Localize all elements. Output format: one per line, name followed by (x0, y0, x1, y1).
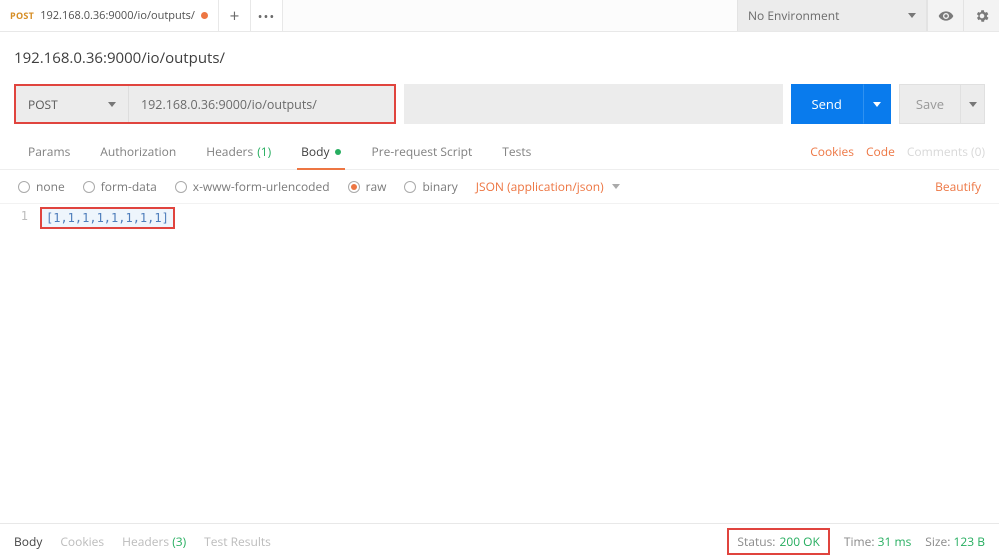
time-value: 31 ms (878, 533, 912, 550)
status-value: 200 OK (779, 533, 819, 550)
chevron-down-icon (873, 102, 881, 107)
time-meta: Time: 31 ms (844, 533, 911, 550)
tab-body[interactable]: Body (287, 134, 355, 169)
response-tab-body[interactable]: Body (14, 533, 42, 550)
beautify-button[interactable]: Beautify (935, 178, 981, 195)
tab-headers-label: Headers (206, 143, 253, 160)
top-bar: POST 192.168.0.36:9000/io/outputs/ + •••… (0, 0, 999, 32)
radio-icon (348, 181, 360, 193)
url-input[interactable]: 192.168.0.36:9000/io/outputs/ (129, 86, 394, 122)
request-side-links: Cookies Code Comments (0) (810, 143, 985, 160)
new-tab-button[interactable]: + (219, 0, 251, 31)
size-value: 123 B (954, 533, 985, 550)
environment-label: No Environment (748, 7, 839, 24)
radio-label: raw (366, 178, 387, 195)
plus-icon: + (230, 4, 240, 27)
radio-label: x-www-form-urlencoded (193, 178, 330, 195)
request-name: 192.168.0.36:9000/io/outputs/ (0, 32, 999, 76)
save-options-button[interactable] (961, 84, 985, 124)
response-tab-test-results[interactable]: Test Results (204, 533, 271, 550)
size-meta: Size: 123 B (925, 533, 985, 550)
body-active-dot-icon (335, 149, 341, 155)
resp-headers-label: Headers (122, 533, 169, 550)
comments-link[interactable]: Comments (0) (907, 143, 985, 160)
send-options-button[interactable] (863, 84, 891, 124)
environment-select[interactable]: No Environment (737, 0, 927, 31)
response-meta: Status: 200 OK Time: 31 ms Size: 123 B (727, 528, 985, 555)
radio-icon (83, 181, 95, 193)
editor-gutter: 1 (0, 204, 34, 494)
request-line: POST 192.168.0.36:9000/io/outputs/ Send … (0, 76, 999, 134)
status-box: Status: 200 OK (727, 528, 829, 555)
send-button[interactable]: Send (791, 84, 863, 124)
content-type-select[interactable]: JSON (application/json) (476, 178, 620, 195)
body-editor[interactable]: 1 [1,1,1,1,1,1,1,1] (0, 204, 999, 494)
chevron-down-icon (108, 102, 116, 107)
response-bar: Body Cookies Headers (3) Test Results St… (0, 523, 999, 559)
radio-icon (175, 181, 187, 193)
radio-binary[interactable]: binary (404, 178, 457, 195)
url-value: 192.168.0.36:9000/io/outputs/ (141, 96, 317, 113)
request-tab[interactable]: POST 192.168.0.36:9000/io/outputs/ (0, 0, 219, 31)
url-overflow[interactable] (404, 84, 782, 124)
code-link[interactable]: Code (866, 143, 895, 160)
cookies-link[interactable]: Cookies (810, 143, 854, 160)
radio-xwww[interactable]: x-www-form-urlencoded (175, 178, 330, 195)
env-quicklook-button[interactable] (927, 0, 963, 31)
settings-button[interactable] (963, 0, 999, 31)
body-type-row: none form-data x-www-form-urlencoded raw… (0, 170, 999, 204)
save-button-group: Save (899, 84, 985, 124)
tab-params[interactable]: Params (14, 134, 84, 169)
response-tab-cookies[interactable]: Cookies (60, 533, 104, 550)
tab-authorization[interactable]: Authorization (86, 134, 190, 169)
tab-headers-count: (1) (257, 143, 271, 160)
chevron-down-icon (612, 184, 620, 189)
method-select[interactable]: POST (16, 86, 129, 122)
radio-none[interactable]: none (18, 178, 65, 195)
tab-tests[interactable]: Tests (488, 134, 545, 169)
chevron-down-icon (969, 102, 977, 107)
save-button[interactable]: Save (899, 84, 961, 124)
tab-prerequest[interactable]: Pre-request Script (357, 134, 486, 169)
size-label: Size: (925, 533, 950, 550)
radio-icon (404, 181, 416, 193)
response-tab-headers[interactable]: Headers (3) (122, 533, 186, 550)
tab-method-badge: POST (10, 9, 34, 22)
status-label: Status: (737, 533, 775, 550)
send-button-group: Send (791, 84, 891, 124)
dots-icon: ••• (258, 7, 276, 25)
radio-formdata[interactable]: form-data (83, 178, 157, 195)
unsaved-dot-icon (201, 12, 208, 19)
content-type-value: JSON (application/json) (476, 178, 604, 195)
topbar-spacer (283, 0, 737, 31)
request-tabs: Params Authorization Headers (1) Body Pr… (0, 134, 999, 170)
tab-title: 192.168.0.36:9000/io/outputs/ (40, 8, 195, 23)
radio-raw[interactable]: raw (348, 178, 387, 195)
method-url-group: POST 192.168.0.36:9000/io/outputs/ (14, 84, 396, 124)
time-label: Time: (844, 533, 875, 550)
line-number: 1 (0, 207, 28, 225)
radio-label: form-data (101, 178, 157, 195)
gear-icon (974, 8, 990, 24)
radio-icon (18, 181, 30, 193)
eye-icon (938, 8, 954, 24)
resp-headers-count: (3) (172, 533, 186, 550)
editor-line-1: [1,1,1,1,1,1,1,1] (40, 207, 175, 229)
chevron-down-icon (908, 13, 916, 18)
editor-code[interactable]: [1,1,1,1,1,1,1,1] (34, 204, 999, 494)
tab-headers[interactable]: Headers (1) (192, 134, 285, 169)
method-value: POST (28, 96, 58, 113)
tab-options-button[interactable]: ••• (251, 0, 283, 31)
radio-label: binary (422, 178, 457, 195)
tab-body-label: Body (301, 143, 329, 160)
radio-label: none (36, 178, 65, 195)
